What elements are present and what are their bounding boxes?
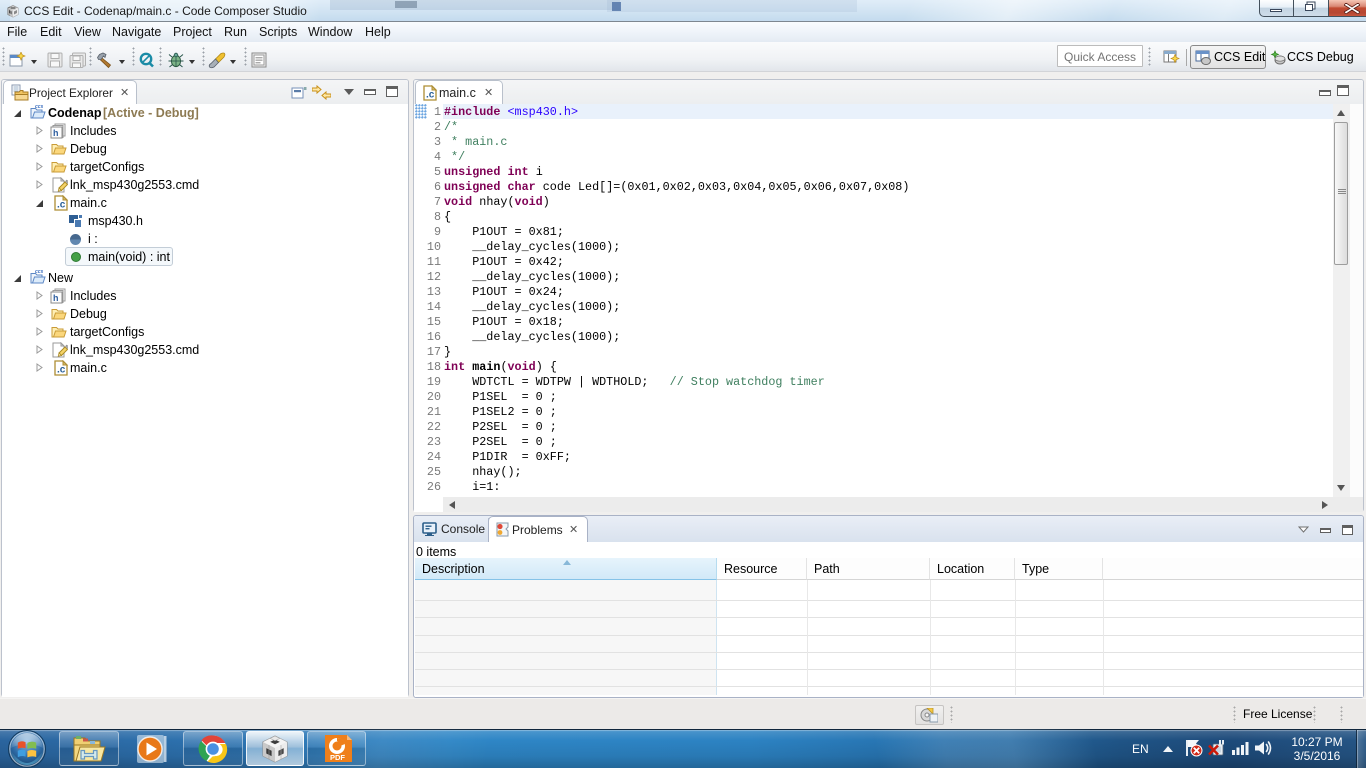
svg-text:PDF: PDF bbox=[330, 753, 345, 762]
